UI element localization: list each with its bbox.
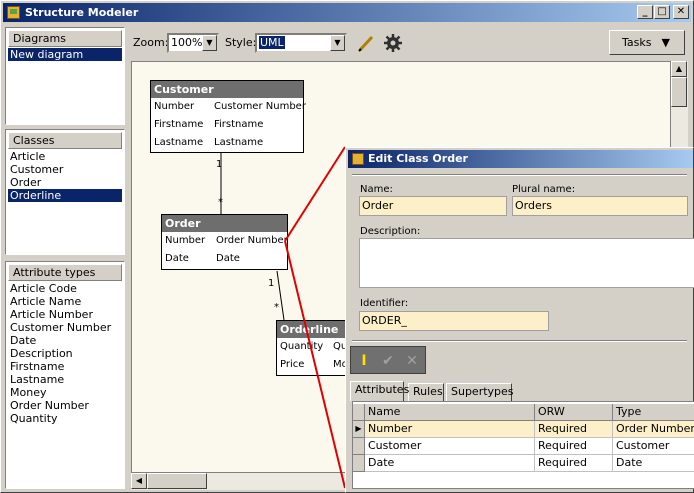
plural-name-field[interactable]: Orders <box>512 196 688 216</box>
cell-type[interactable]: Date <box>613 455 694 472</box>
check-icon[interactable]: ✔ <box>378 351 398 371</box>
divider <box>352 174 687 176</box>
tab-supertypes[interactable]: Supertypes <box>446 383 514 401</box>
dialog-title: Edit Class Order <box>368 152 468 165</box>
row-indicator-header <box>353 404 365 421</box>
cell-type[interactable]: Order Number <box>613 421 694 438</box>
dialog-title-bar[interactable]: Edit Class Order <box>348 150 693 168</box>
column-header-orw[interactable]: ORW <box>535 404 613 421</box>
table-row[interactable]: Date Required Date <box>353 455 694 472</box>
row-indicator <box>353 455 365 472</box>
cell-name[interactable]: Number <box>365 421 535 438</box>
column-header-type[interactable]: Type <box>613 404 694 421</box>
edit-class-dialog: Edit Class Order Name: Order Plural name… <box>345 147 694 493</box>
cell-orw[interactable]: Required <box>535 438 613 455</box>
table-row[interactable]: Customer Required Customer <box>353 438 694 455</box>
cross-icon[interactable]: ✕ <box>402 351 422 371</box>
cell-orw[interactable]: Required <box>535 421 613 438</box>
identifier-field[interactable]: ORDER_ <box>359 311 549 331</box>
table-row[interactable]: ▶ Number Required Order Number <box>353 421 694 438</box>
identifier-label: Identifier: <box>360 298 409 309</box>
tab-rules[interactable]: Rules <box>408 383 444 401</box>
attributes-grid: Name ORW Type ▶ Number Required Order Nu… <box>352 401 694 489</box>
plural-name-label: Plural name: <box>512 184 576 195</box>
cell-type[interactable]: Customer <box>613 438 694 455</box>
description-field[interactable] <box>359 238 694 288</box>
row-indicator <box>353 438 365 455</box>
cell-orw[interactable]: Required <box>535 455 613 472</box>
cursor-icon[interactable]: I <box>354 351 374 371</box>
box-icon <box>352 153 364 165</box>
cell-name[interactable]: Date <box>365 455 535 472</box>
divider <box>352 340 687 342</box>
cell-name[interactable]: Customer <box>365 438 535 455</box>
name-field[interactable]: Order <box>359 196 507 216</box>
tab-attributes[interactable]: Attributes <box>350 381 409 401</box>
column-header-name[interactable]: Name <box>365 404 535 421</box>
name-label: Name: <box>360 184 393 195</box>
row-pointer-icon: ▶ <box>353 421 365 438</box>
edit-toolbar: I ✔ ✕ <box>350 346 426 374</box>
grid-header-row: Name ORW Type <box>353 404 694 421</box>
description-label: Description: <box>360 226 421 237</box>
